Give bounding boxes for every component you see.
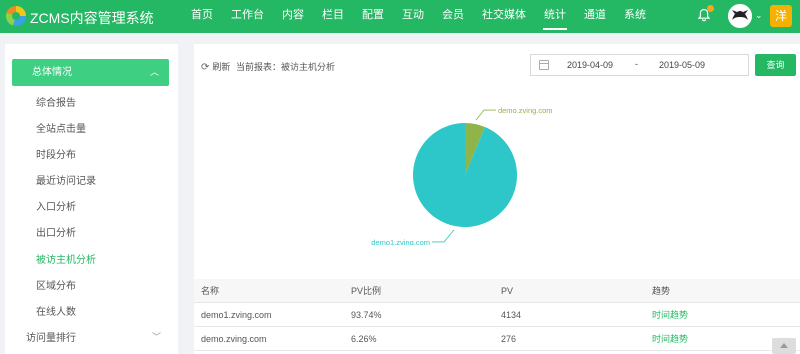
- nav-item-workbench[interactable]: 工作台: [222, 0, 273, 33]
- sidebar-item-time-distribution[interactable]: 时段分布: [36, 146, 76, 161]
- calendar-icon: [539, 60, 549, 70]
- host-table: 名称 PV比例 PV 趋势 demo1.zving.com 93.74% 413…: [194, 279, 800, 351]
- refresh-label: 刷新: [212, 62, 231, 72]
- nav-item-system[interactable]: 系统: [615, 0, 655, 33]
- avatar[interactable]: [728, 4, 752, 28]
- table-row: demo1.zving.com 93.74% 4134 时间趋势: [194, 303, 800, 327]
- date-separator: -: [635, 59, 638, 69]
- main-nav: 首页 工作台 内容 栏目 配置 互动 会员 社交媒体 统计 通道 系统: [182, 0, 655, 33]
- table-row: demo.zving.com 6.26% 276 时间趋势: [194, 327, 800, 351]
- cell-pv-ratio: 6.26%: [351, 334, 377, 344]
- user-menu-chevron-down-icon[interactable]: ⌄: [755, 10, 763, 21]
- back-to-top-button[interactable]: [772, 338, 796, 354]
- current-report-label: 当前报表：被访主机分析: [236, 62, 336, 72]
- chevron-up-icon: ︿: [149, 67, 159, 77]
- cell-pv: 4134: [501, 310, 522, 320]
- sidebar-group-visit-ranking[interactable]: 访问量排行: [26, 329, 76, 344]
- sidebar-group-overview[interactable]: 总体情况 ︿: [12, 59, 169, 86]
- column-header-pv: PV: [501, 286, 514, 296]
- date-range-picker[interactable]: 2019-04-09 - 2019-05-09: [530, 54, 749, 76]
- user-badge[interactable]: 洋: [770, 5, 792, 27]
- query-button[interactable]: 查询: [755, 54, 796, 76]
- pie-chart: demo.zving.com demo1.zving.com: [350, 105, 580, 247]
- nav-item-member[interactable]: 会员: [433, 0, 473, 33]
- sidebar-item-exit-analysis[interactable]: 出口分析: [36, 224, 76, 239]
- sidebar-item-recent-visits[interactable]: 最近访问记录: [36, 172, 96, 187]
- nav-item-social-media[interactable]: 社交媒体: [473, 0, 535, 33]
- sidebar: [5, 44, 178, 354]
- sidebar-item-summary-report[interactable]: 综合报告: [36, 94, 76, 109]
- top-bar: ZCMS内容管理系统 首页 工作台 内容 栏目 配置 互动 会员 社交媒体 统计…: [0, 0, 800, 33]
- column-header-pv-ratio: PV比例: [351, 286, 382, 296]
- sidebar-item-online-users[interactable]: 在线人数: [36, 303, 76, 318]
- date-to[interactable]: 2019-05-09: [659, 60, 705, 70]
- cell-name: demo1.zving.com: [201, 310, 272, 320]
- nav-item-home[interactable]: 首页: [182, 0, 222, 33]
- cell-pv: 276: [501, 334, 517, 344]
- sidebar-item-site-clicks[interactable]: 全站点击量: [36, 120, 86, 135]
- nav-item-config[interactable]: 配置: [353, 0, 393, 33]
- refresh-icon: ⟳: [201, 62, 210, 73]
- zcms-logo-icon: [6, 6, 26, 26]
- brand-title: ZCMS内容管理系统: [30, 10, 154, 26]
- avatar-icon: [728, 4, 752, 28]
- pie-label-line: [432, 229, 455, 243]
- trend-link[interactable]: 时间趋势: [652, 303, 688, 327]
- pie-slice-demo1-zving-com[interactable]: [413, 123, 517, 227]
- pie-label: demo.zving.com: [498, 106, 553, 115]
- nav-item-catalog[interactable]: 栏目: [313, 0, 353, 33]
- pie-chart-svg: demo.zving.com demo1.zving.com: [371, 106, 553, 247]
- column-header-name: 名称: [201, 286, 220, 296]
- notification-badge: [707, 5, 714, 12]
- sidebar-item-region-distribution[interactable]: 区域分布: [36, 277, 76, 292]
- nav-item-content[interactable]: 内容: [273, 0, 313, 33]
- cell-pv-ratio: 93.74%: [351, 310, 382, 320]
- nav-item-channel[interactable]: 通道: [575, 0, 615, 33]
- date-from[interactable]: 2019-04-09: [567, 60, 613, 70]
- cell-name: demo.zving.com: [201, 334, 267, 344]
- nav-item-statistics[interactable]: 统计: [535, 0, 575, 33]
- table-header-row: 名称 PV比例 PV 趋势: [194, 279, 800, 303]
- nav-item-interaction[interactable]: 互动: [393, 0, 433, 33]
- chevron-down-icon[interactable]: ﹀: [152, 330, 161, 343]
- trend-link[interactable]: 时间趋势: [652, 327, 688, 351]
- pie-label: demo1.zving.com: [371, 238, 430, 245]
- sidebar-item-entry-analysis[interactable]: 入口分析: [36, 198, 76, 213]
- pie-label-line: [475, 109, 496, 121]
- refresh-button[interactable]: ⟳ 刷新: [201, 60, 230, 73]
- column-header-trend: 趋势: [652, 286, 671, 296]
- sidebar-item-host-analysis[interactable]: 被访主机分析: [36, 251, 96, 266]
- sidebar-group-label: 总体情况: [32, 67, 72, 78]
